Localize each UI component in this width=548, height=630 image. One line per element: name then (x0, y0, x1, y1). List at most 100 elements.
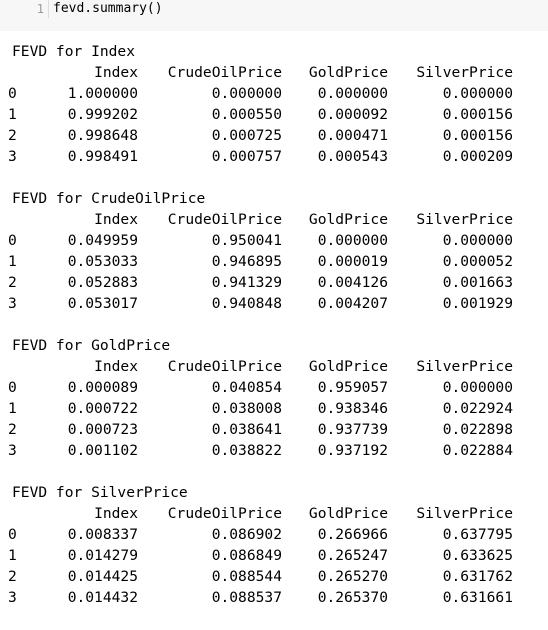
table-cell: 0.086849 (211, 547, 282, 564)
table-cell: 0.998491 (67, 148, 138, 165)
table-cell: 0.088537 (211, 589, 282, 606)
row-index: 1 (8, 547, 17, 564)
table-cell: 0.049959 (67, 232, 138, 249)
table-cell: 0.014425 (67, 568, 138, 585)
table-cell: 0.000723 (67, 421, 138, 438)
table-cell: 0.000543 (317, 148, 388, 165)
block-title: FEVD for Index (12, 43, 136, 60)
table-cell: 0.946895 (211, 253, 282, 270)
table-cell: 0.937192 (317, 442, 388, 459)
row-index: 2 (8, 274, 17, 291)
row-index: 2 (8, 421, 17, 438)
table-cell: 0.022924 (442, 400, 513, 417)
table-cell: 0.265247 (317, 547, 388, 564)
table-cell: 0.265370 (317, 589, 388, 606)
code-input-cell[interactable]: 1 fevd.summary() (0, 0, 548, 31)
table-cell: 0.631762 (442, 568, 513, 585)
table-cell: 0.998648 (67, 127, 138, 144)
row-index: 2 (8, 127, 17, 144)
table-cell: 0.000722 (67, 400, 138, 417)
table-cell: 0.000089 (67, 379, 138, 396)
column-header: Index (94, 505, 138, 522)
block-title: FEVD for GoldPrice (12, 337, 171, 354)
row-index: 0 (8, 85, 17, 102)
table-cell: 0.086902 (211, 526, 282, 543)
column-header: GoldPrice (308, 358, 388, 375)
row-index: 0 (8, 232, 17, 249)
table-cell: 0.053017 (67, 295, 138, 312)
column-header: SilverPrice (416, 505, 513, 522)
row-index: 3 (8, 148, 17, 165)
column-header: Index (94, 358, 138, 375)
table-cell: 0.052883 (67, 274, 138, 291)
code-line[interactable]: fevd.summary() (53, 0, 163, 18)
cell-output: FEVD for Index Index CrudeOilPrice GoldP… (0, 34, 548, 630)
table-cell: 0.008337 (67, 526, 138, 543)
table-cell: 0.959057 (317, 379, 388, 396)
row-index: 3 (8, 589, 17, 606)
table-cell: 0.000550 (211, 106, 282, 123)
row-index: 3 (8, 442, 17, 459)
table-cell: 0.001929 (442, 295, 513, 312)
table-cell: 0.000000 (442, 232, 513, 249)
table-cell: 0.000156 (442, 106, 513, 123)
table-cell: 0.000092 (317, 106, 388, 123)
column-header: CrudeOilPrice (167, 358, 282, 375)
column-header: CrudeOilPrice (167, 505, 282, 522)
line-number: 1 (36, 2, 44, 16)
row-index: 3 (8, 295, 17, 312)
row-index: 1 (8, 253, 17, 270)
table-cell: 1.000000 (67, 85, 138, 102)
table-cell: 0.038822 (211, 442, 282, 459)
table-cell: 0.001102 (67, 442, 138, 459)
row-index: 1 (8, 400, 17, 417)
table-cell: 0.040854 (211, 379, 282, 396)
table-cell: 0.941329 (211, 274, 282, 291)
table-cell: 0.940848 (211, 295, 282, 312)
table-cell: 0.038641 (211, 421, 282, 438)
table-cell: 0.053033 (67, 253, 138, 270)
table-cell: 0.038008 (211, 400, 282, 417)
table-cell: 0.004207 (317, 295, 388, 312)
row-index: 0 (8, 379, 17, 396)
column-header: GoldPrice (308, 211, 388, 228)
table-cell: 0.022898 (442, 421, 513, 438)
table-cell: 0.938346 (317, 400, 388, 417)
row-index: 0 (8, 526, 17, 543)
column-header: CrudeOilPrice (167, 211, 282, 228)
column-header: Index (94, 64, 138, 81)
table-cell: 0.000725 (211, 127, 282, 144)
table-cell: 0.266966 (317, 526, 388, 543)
block-title: FEVD for SilverPrice (12, 484, 188, 501)
table-cell: 0.000019 (317, 253, 388, 270)
table-cell: 0.000000 (317, 232, 388, 249)
table-cell: 0.004126 (317, 274, 388, 291)
table-cell: 0.000757 (211, 148, 282, 165)
table-cell: 0.637795 (442, 526, 513, 543)
table-cell: 0.999202 (67, 106, 138, 123)
column-header: CrudeOilPrice (167, 64, 282, 81)
table-cell: 0.014279 (67, 547, 138, 564)
block-title: FEVD for CrudeOilPrice (12, 190, 206, 207)
table-cell: 0.937739 (317, 421, 388, 438)
table-cell: 0.631661 (442, 589, 513, 606)
table-cell: 0.950041 (211, 232, 282, 249)
table-cell: 0.000000 (442, 85, 513, 102)
table-cell: 0.000052 (442, 253, 513, 270)
gutter-divider (48, 0, 49, 18)
table-cell: 0.000000 (211, 85, 282, 102)
table-cell: 0.265270 (317, 568, 388, 585)
table-cell: 0.088544 (211, 568, 282, 585)
table-cell: 0.022884 (442, 442, 513, 459)
table-cell: 0.000156 (442, 127, 513, 144)
column-header: GoldPrice (308, 505, 388, 522)
table-cell: 0.000000 (442, 379, 513, 396)
table-cell: 0.000000 (317, 85, 388, 102)
row-index: 1 (8, 106, 17, 123)
table-cell: 0.633625 (442, 547, 513, 564)
column-header: GoldPrice (308, 64, 388, 81)
column-header: SilverPrice (416, 211, 513, 228)
row-index: 2 (8, 568, 17, 585)
column-header: SilverPrice (416, 64, 513, 81)
table-cell: 0.001663 (442, 274, 513, 291)
